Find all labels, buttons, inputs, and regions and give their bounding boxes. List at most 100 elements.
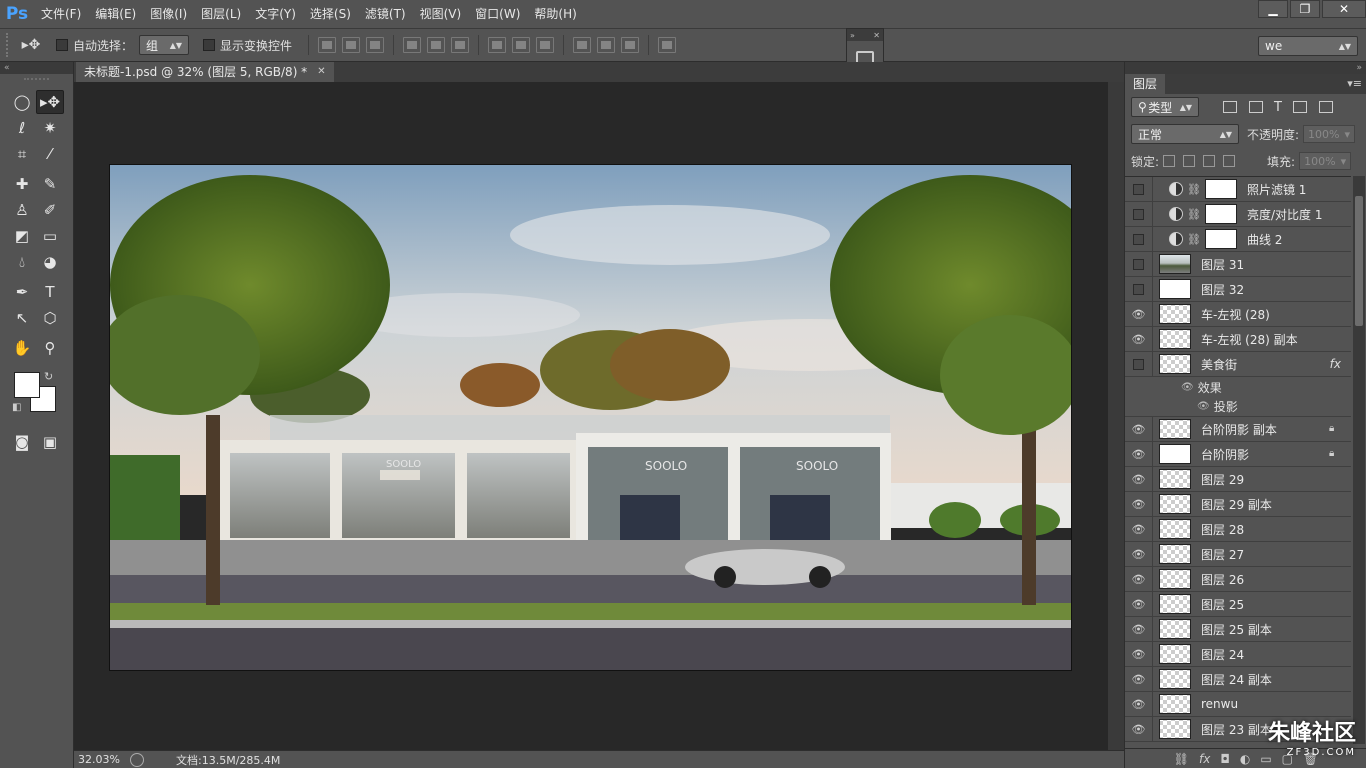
distribute-vcenter-icon[interactable] (512, 37, 531, 53)
lock-transparent-icon[interactable] (1163, 155, 1176, 167)
menu-window[interactable]: 窗口(W) (468, 0, 527, 28)
lock-all-icon[interactable] (1223, 155, 1236, 167)
opacity-field[interactable]: 100% ▾ (1303, 125, 1356, 143)
layer-thumbnail[interactable] (1159, 519, 1191, 539)
lock-position-icon[interactable] (1203, 155, 1216, 167)
align-vcenter-icon[interactable] (342, 37, 361, 53)
eye-icon[interactable]: 👁︎ (1197, 401, 1210, 412)
link-layers-icon[interactable]: ⛓ (1174, 752, 1189, 766)
auto-align-icon[interactable] (658, 37, 677, 53)
dodge-tool-icon[interactable]: ◕ (36, 250, 64, 274)
lasso-tool-icon[interactable]: ℓ (8, 116, 36, 140)
menu-view[interactable]: 视图(V) (413, 0, 469, 28)
visibility-toggle[interactable]: 👁︎ (1125, 516, 1153, 542)
layer-row[interactable]: 👁︎ 图层 25 (1125, 591, 1351, 617)
swap-colors-icon[interactable]: ↻ (44, 370, 53, 383)
visibility-toggle[interactable]: 👁︎ (1125, 716, 1153, 742)
visibility-toggle[interactable]: 👁︎ (1125, 541, 1153, 567)
visibility-toggle[interactable]: 👁︎ (1125, 566, 1153, 592)
align-top-icon[interactable] (318, 37, 337, 53)
chain-link-icon[interactable]: ⛓ (1187, 183, 1201, 196)
visibility-toggle[interactable]: 👁︎ (1125, 641, 1153, 667)
visibility-toggle[interactable]: 👁︎ (1125, 616, 1153, 642)
layer-row[interactable]: ⛓ 曲线 2 (1125, 226, 1351, 252)
screen-mode-icon[interactable]: ▣ (36, 430, 64, 454)
visibility-toggle[interactable]: 👁︎ (1125, 691, 1153, 717)
minimize-button[interactable]: ▁ (1258, 0, 1288, 18)
quick-mask-icon[interactable]: ◙ (8, 430, 36, 454)
visibility-toggle[interactable] (1125, 201, 1153, 227)
layer-row[interactable]: 👁︎ 车-左视 (28) 副本 (1125, 326, 1351, 352)
layer-thumbnail[interactable] (1159, 329, 1191, 349)
layer-thumbnail[interactable] (1159, 669, 1191, 689)
workspace-dropdown[interactable]: we ▲▼ (1258, 36, 1358, 56)
drop-shadow-row[interactable]: 👁︎ 投影 (1125, 397, 1351, 417)
layer-row[interactable]: ⛓ 照片滤镜 1 (1125, 177, 1351, 202)
layer-row[interactable]: 美食街 fx (1125, 351, 1351, 377)
distribute-bottom-icon[interactable] (536, 37, 555, 53)
history-brush-tool-icon[interactable]: ✐ (36, 198, 64, 222)
foreground-color-swatch[interactable] (14, 372, 40, 398)
show-transform-checkbox[interactable] (203, 39, 216, 51)
layer-thumbnail[interactable] (1159, 619, 1191, 639)
type-tool-icon[interactable]: T (36, 280, 64, 304)
pen-tool-icon[interactable]: ✒ (8, 280, 36, 304)
layer-thumbnail[interactable] (1159, 444, 1191, 464)
eyedropper-tool-icon[interactable]: ⁄ (36, 142, 64, 166)
layer-thumbnail[interactable] (1159, 469, 1191, 489)
menu-filter[interactable]: 滤镜(T) (358, 0, 413, 28)
close-button[interactable]: ✕ (1322, 0, 1366, 18)
crop-tool-icon[interactable]: ⌗ (8, 142, 36, 166)
filter-pixel-icon[interactable] (1223, 101, 1237, 113)
visibility-toggle[interactable] (1125, 226, 1153, 252)
canvas-area[interactable]: SOOLO SOOLO SOOLO (74, 82, 1124, 750)
layer-row[interactable]: 图层 32 (1125, 276, 1351, 302)
zoom-level[interactable]: 32.03% (74, 753, 124, 766)
default-colors-icon[interactable]: ◧ (12, 402, 21, 413)
document-vertical-scrollbar[interactable] (1108, 82, 1124, 750)
marquee-tool-icon[interactable]: ◯ (8, 90, 36, 114)
toolbar-grip[interactable] (24, 78, 49, 86)
adjustment-icon[interactable]: ◐ (1240, 752, 1250, 766)
layer-thumbnail[interactable] (1159, 544, 1191, 564)
layer-row[interactable]: 图层 31 (1125, 251, 1351, 277)
visibility-toggle[interactable]: 👁︎ (1125, 301, 1153, 327)
menu-image[interactable]: 图像(I) (143, 0, 194, 28)
visibility-toggle[interactable] (1125, 351, 1153, 377)
align-hcenter-icon[interactable] (427, 37, 446, 53)
visibility-toggle[interactable]: 👁︎ (1125, 666, 1153, 692)
visibility-toggle[interactable]: 👁︎ (1125, 326, 1153, 352)
chain-link-icon[interactable]: ⛓ (1187, 208, 1201, 221)
filter-type-dropdown[interactable]: ⚲ 类型 ▲▼ (1131, 97, 1199, 117)
layer-row[interactable]: 👁︎ 台阶阴影 副本 🔒︎ (1125, 416, 1351, 442)
layer-thumbnail[interactable] (1159, 569, 1191, 589)
layers-scrollbar[interactable] (1353, 176, 1365, 744)
fx-icon[interactable]: fx (1199, 752, 1210, 766)
align-right-icon[interactable] (451, 37, 470, 53)
visibility-toggle[interactable]: 👁︎ (1125, 491, 1153, 517)
filter-shape-icon[interactable] (1292, 101, 1307, 113)
visibility-toggle[interactable] (1125, 177, 1153, 202)
lock-image-icon[interactable] (1183, 155, 1196, 167)
eraser-tool-icon[interactable]: ◩ (8, 224, 36, 248)
visibility-toggle[interactable]: 👁︎ (1125, 441, 1153, 467)
layer-thumbnail[interactable] (1159, 694, 1191, 714)
menu-select[interactable]: 选择(S) (303, 0, 358, 28)
blur-tool-icon[interactable]: 💧︎ (8, 250, 36, 274)
menu-type[interactable]: 文字(Y) (248, 0, 303, 28)
distribute-left-icon[interactable] (573, 37, 592, 53)
layer-row[interactable]: 👁︎ 图层 29 (1125, 466, 1351, 492)
visibility-toggle[interactable] (1125, 276, 1153, 302)
add-mask-icon[interactable]: ◘ (1220, 752, 1230, 766)
collapse-icon[interactable]: » (850, 31, 855, 40)
mini-panel-header[interactable]: » ✕ (847, 29, 883, 41)
layer-row[interactable]: 👁︎ 图层 29 副本 (1125, 491, 1351, 517)
visibility-toggle[interactable]: 👁︎ (1125, 416, 1153, 442)
tab-layers[interactable]: 图层 (1125, 74, 1166, 94)
layer-row[interactable]: 👁︎ 图层 25 副本 (1125, 616, 1351, 642)
layer-mask-thumbnail[interactable] (1204, 204, 1237, 224)
auto-select-checkbox[interactable] (56, 39, 68, 51)
layer-thumbnail[interactable] (1159, 494, 1191, 514)
layer-thumbnail[interactable] (1159, 279, 1191, 299)
layer-thumbnail[interactable] (1159, 644, 1191, 664)
